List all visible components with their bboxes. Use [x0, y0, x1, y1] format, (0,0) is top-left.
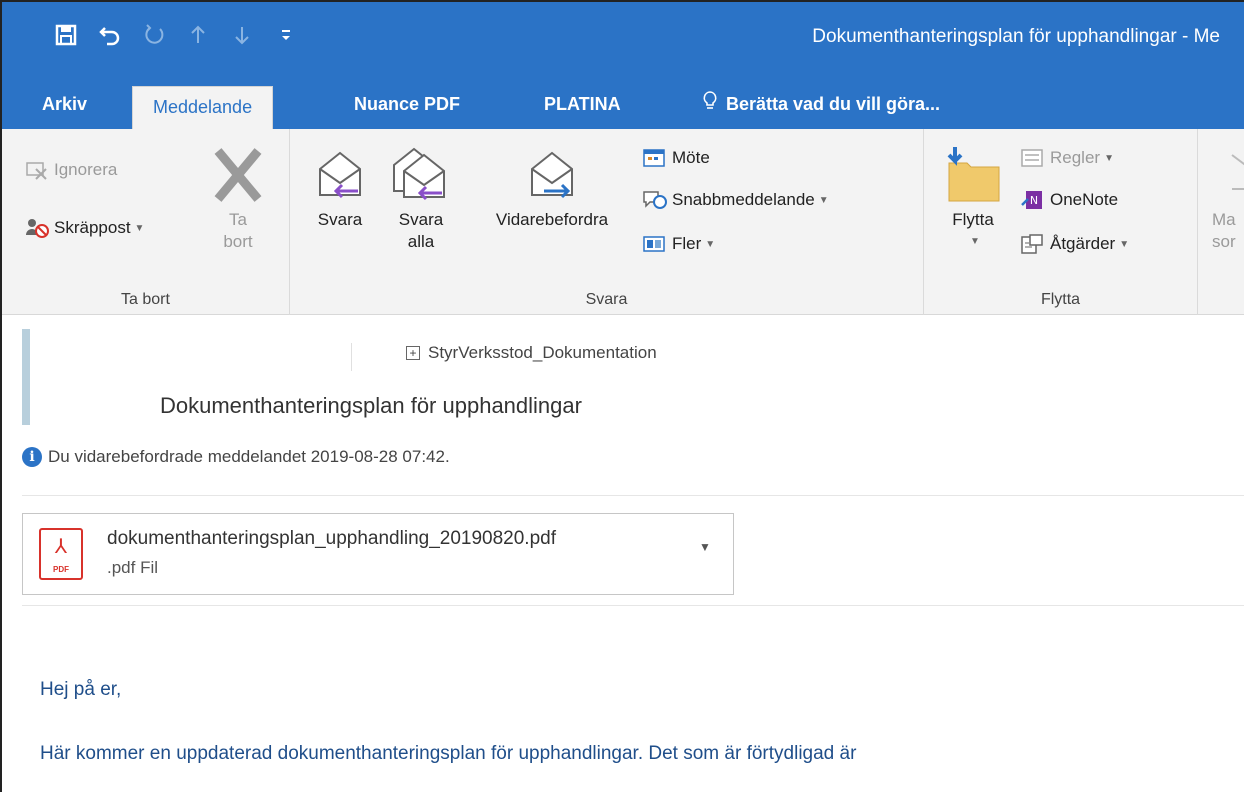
reply-all-button[interactable]: Svara alla — [388, 143, 454, 253]
arrow-up-icon[interactable] — [176, 18, 220, 52]
delete-label-1: Ta — [229, 210, 247, 229]
tell-me-search[interactable]: Berätta vad du vill göra... — [702, 82, 940, 129]
junk-button[interactable]: Skräppost ▼ — [24, 217, 144, 239]
folder-link[interactable]: + StyrVerksstod_Dokumentation — [406, 343, 657, 363]
meeting-icon — [642, 147, 668, 169]
window-title: Dokumenthanteringsplan för upphandlingar… — [812, 26, 1220, 47]
chevron-down-icon: ▼ — [1104, 152, 1114, 164]
ribbon-tabs: Arkiv Meddelande Nuance PDF PLATINA Berä… — [2, 82, 1244, 129]
group-label-svara: Svara — [585, 291, 628, 308]
ignore-label: Ignorera — [54, 160, 118, 179]
instant-message-label: Snabbmeddelande — [672, 190, 815, 209]
meeting-button[interactable]: Möte — [642, 147, 710, 169]
chevron-down-icon[interactable]: ▼ — [699, 540, 711, 554]
info-text: Du vidarebefordrade meddelandet 2019-08-… — [48, 447, 450, 466]
ignore-button[interactable]: Ignorera — [24, 159, 117, 181]
partial-label-2: sor — [1212, 232, 1236, 251]
info-bar: i Du vidarebefordrade meddelandet 2019-0… — [22, 447, 450, 467]
more-label: Fler — [672, 234, 702, 253]
partial-icon — [1212, 149, 1244, 209]
message-status-bar — [22, 329, 30, 425]
delete-button[interactable]: Ta bort — [198, 145, 278, 253]
partial-button[interactable]: Ma sor — [1212, 149, 1244, 253]
arrow-down-icon[interactable] — [220, 18, 264, 52]
undo-icon[interactable] — [88, 18, 132, 52]
actions-label: Åtgärder — [1050, 234, 1116, 253]
actions-icon — [1020, 233, 1046, 255]
pdf-file-icon: ⅄ PDF — [39, 528, 83, 580]
more-icon — [642, 233, 668, 255]
group-svara: Svara Svara alla Vidarebefordra Möte Sna… — [290, 129, 924, 315]
sender-area — [152, 343, 352, 371]
customize-icon[interactable] — [264, 18, 308, 52]
tab-platina[interactable]: PLATINA — [544, 82, 621, 129]
attachment[interactable]: ⅄ PDF dokumenthanteringsplan_upphandling… — [22, 513, 734, 595]
chevron-down-icon: ▼ — [1119, 238, 1130, 250]
divider — [22, 495, 1244, 496]
reply-all-label-1: Svara — [398, 210, 444, 229]
actions-button[interactable]: Åtgärder ▼ — [1020, 233, 1129, 255]
quick-access-toolbar — [44, 18, 308, 52]
onenote-button[interactable]: N OneNote — [1020, 189, 1118, 211]
onenote-icon: N — [1020, 189, 1046, 211]
expand-icon[interactable]: + — [406, 346, 420, 360]
reply-button[interactable]: Svara — [310, 143, 370, 231]
forward-icon — [470, 143, 634, 209]
body-paragraph: Här kommer en uppdaterad dokumenthanteri… — [40, 743, 857, 764]
reply-all-icon — [388, 143, 454, 209]
folder-label: StyrVerksstod_Dokumentation — [428, 343, 657, 362]
body-greeting: Hej på er, — [40, 679, 122, 700]
group-flytta: Flytta ▼ Regler ▼ N OneNote Åtgärder ▼ Fly… — [924, 129, 1198, 315]
reply-icon — [310, 143, 370, 209]
junk-icon — [24, 217, 50, 239]
chevron-down-icon: ▼ — [705, 238, 716, 250]
reply-label: Svara — [317, 210, 363, 229]
message-reading-pane: + StyrVerksstod_Dokumentation Dokumentha… — [2, 315, 1244, 792]
instant-message-button[interactable]: Snabbmeddelande ▼ — [642, 189, 829, 211]
message-subject: Dokumenthanteringsplan för upphandlingar — [160, 393, 582, 418]
group-ta-bort: Ignorera Skräppost ▼ Ta bort Ta bort — [2, 129, 290, 315]
tab-nuance-pdf[interactable]: Nuance PDF — [354, 82, 460, 129]
ribbon: Ignorera Skräppost ▼ Ta bort Ta bort Svar… — [2, 129, 1244, 315]
delete-icon — [198, 145, 278, 209]
delete-label-2: bort — [223, 232, 253, 251]
tab-meddelande[interactable]: Meddelande — [132, 86, 274, 129]
chevron-down-icon: ▼ — [970, 236, 980, 247]
attachment-type: .pdf Fil — [107, 558, 159, 577]
junk-label: Skräppost — [54, 218, 131, 237]
rules-button[interactable]: Regler ▼ — [1020, 147, 1114, 169]
info-icon: i — [22, 447, 42, 467]
move-folder-icon — [938, 143, 1008, 209]
chevron-down-icon: ▼ — [818, 194, 829, 206]
more-button[interactable]: Fler ▼ — [642, 233, 715, 255]
meeting-label: Möte — [672, 148, 710, 167]
rules-icon — [1020, 147, 1046, 169]
redo-icon[interactable] — [132, 18, 176, 52]
save-icon[interactable] — [44, 18, 88, 52]
lightbulb-icon — [702, 82, 718, 126]
attachment-name: dokumenthanteringsplan_upphandling_20190… — [107, 528, 556, 549]
partial-label-1: Ma — [1212, 210, 1236, 229]
move-label: Flytta — [952, 210, 994, 229]
title-bar: Dokumenthanteringsplan för upphandlingar… — [2, 2, 1244, 82]
chevron-down-icon: ▼ — [134, 222, 145, 234]
onenote-label: OneNote — [1050, 190, 1119, 209]
group-label-flytta: Flytta — [1040, 291, 1081, 308]
tab-arkiv[interactable]: Arkiv — [42, 82, 87, 129]
divider — [22, 605, 1244, 606]
rules-label: Regler — [1050, 148, 1101, 167]
reply-all-label-2: alla — [407, 232, 435, 251]
tell-me-label: Berätta vad du vill göra... — [726, 94, 941, 114]
forward-button[interactable]: Vidarebefordra — [470, 143, 634, 231]
instant-message-icon — [642, 189, 668, 211]
group-label-ta-bort: Ta bort — [121, 291, 170, 308]
group-partial: Ma sor — [1198, 129, 1244, 315]
move-button[interactable]: Flytta ▼ — [938, 143, 1008, 253]
ignore-icon — [24, 159, 50, 181]
pdf-icon-text: PDF — [53, 565, 69, 574]
svg-text:N: N — [1030, 194, 1038, 207]
forward-label: Vidarebefordra — [495, 210, 609, 229]
